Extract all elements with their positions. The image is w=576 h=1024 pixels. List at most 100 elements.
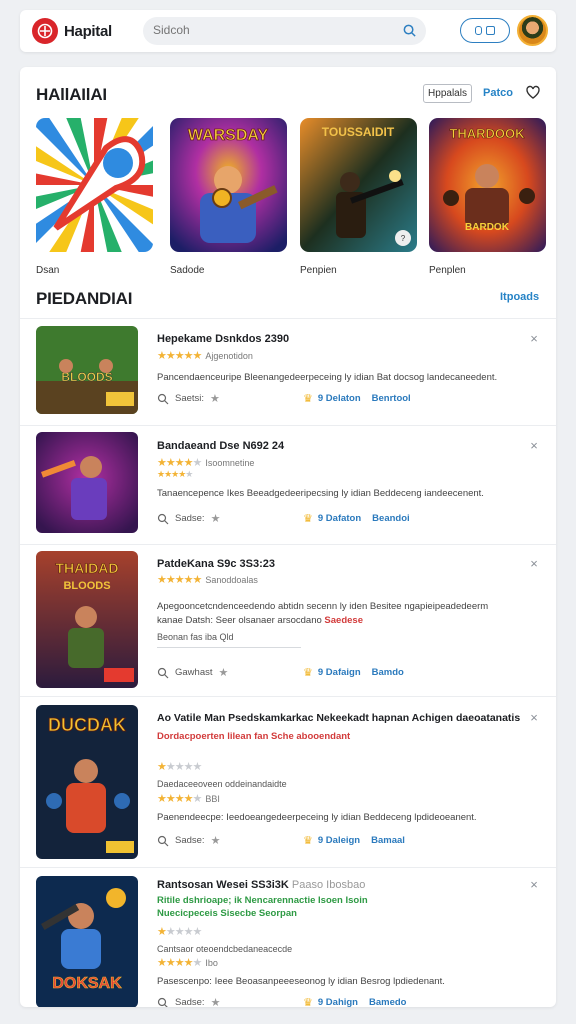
heart-icon[interactable] (525, 84, 541, 100)
item-sub: Cantsaor oteoendcbedaneacecde (157, 944, 293, 954)
featured-card[interactable]: THARDOOK BARDOK (429, 118, 546, 252)
main-panel: HAllAIlAI Hppalals Patco WARSDAY TOUSSAI… (20, 67, 556, 1007)
list-item[interactable]: BLOODS Hepekame Dsnkdos 2390 ★★★★★ Ajgeno… (20, 318, 556, 425)
search-icon (157, 997, 169, 1007)
window-icon (486, 26, 495, 35)
svg-text:TOUSSAIDIT: TOUSSAIDIT (322, 125, 395, 139)
badge-icon: ? (395, 230, 411, 246)
close-icon[interactable]: × (528, 557, 540, 570)
item-sub: Daedaceeoveen oddeinandaidte (157, 779, 287, 789)
item-title: Bandaeand Dse N692 24 (157, 440, 285, 452)
logo-icon[interactable] (32, 18, 58, 44)
item-desc-green: Ritile dshrioape; ik Nencarennactie Isoe… (157, 895, 368, 906)
svg-text:WARSDAY: WARSDAY (188, 127, 269, 144)
item-thumbnail: DUCDAK (36, 705, 138, 859)
item-meta: Gawhast ★ (157, 666, 228, 679)
item-desc-green-2: Nuecicpeceis Sisecbe Seorpan (157, 908, 297, 919)
svg-text:DOKSAK: DOKSAK (52, 975, 122, 992)
list-item[interactable]: THAIDAD BLOODS PatdeKana S9c 3S3:23 ★★★★★… (20, 544, 556, 696)
item-title: Rantsosan Wesei SS3i3K Paaso Ibosbao (157, 879, 366, 891)
featured-card[interactable]: WARSDAY (170, 118, 287, 252)
item-rating: ★★★★★ Sanoddoalas (157, 574, 258, 586)
item-rating-secondary: ★★★★★ Ibo (157, 957, 218, 969)
featured-card-label: Sadode (170, 265, 205, 276)
svg-text:BLOODS: BLOODS (63, 580, 110, 592)
crown-icon: ♛ (303, 513, 313, 525)
item-thumbnail: DOKSAK (36, 876, 138, 1007)
star-icon: ★ (210, 997, 221, 1007)
item-sub: Beonan fas iba Qld (157, 632, 234, 642)
item-action[interactable]: ♛ 9 Dafaign Bamdo (303, 666, 404, 679)
item-meta: Sadse: ★ (157, 834, 220, 847)
featured-card[interactable] (36, 118, 153, 252)
item-desc: Pancendaenceuripe Bleenangedeerpeceing l… (157, 372, 498, 383)
item-meta: Saetsi: ★ (157, 392, 220, 405)
top-bar: Hapital (20, 10, 556, 52)
item-title: Hepekame Dsnkdos 2390 (157, 333, 290, 345)
svg-text:THAIDAD: THAIDAD (56, 560, 119, 576)
item-rating: ★★★★★ (157, 761, 202, 773)
featured-title: HAllAIlAI (36, 85, 107, 104)
featured-card-label: Penpien (300, 265, 337, 276)
item-rating-secondary: ★★★★★ (157, 469, 193, 479)
search-input[interactable] (153, 23, 393, 37)
crown-icon: ♛ (303, 393, 313, 405)
star-icon: ★ (210, 393, 220, 405)
search-bar[interactable] (143, 17, 426, 45)
search-icon (157, 835, 169, 846)
item-rating: ★★★★★ Ajgenotidon (157, 350, 253, 362)
featured-link[interactable]: Patco (483, 87, 513, 99)
item-action[interactable]: ♛ 9 Dafaton Beandoi (303, 512, 410, 525)
search-icon (157, 667, 169, 678)
search-icon (157, 513, 169, 524)
svg-text:THARDOOK: THARDOOK (449, 126, 525, 141)
star-icon: ★ (210, 513, 221, 525)
item-desc-alert: Dordacpoerten lilean fan Sche abooendant (157, 731, 351, 742)
item-action[interactable]: ♛ 9 Delaton Benrtool (303, 392, 411, 405)
item-desc-2: kanae Datsh: Seer olsanaer arsocdano Sae… (157, 615, 363, 626)
featured-card-label: Dsan (36, 265, 60, 276)
featured-card[interactable]: TOUSSAIDIT ? (300, 118, 417, 252)
list-item[interactable]: DUCDAK Ao Vatile Man Psedskamkarkac Neke… (20, 696, 556, 867)
close-icon[interactable]: × (528, 878, 540, 891)
item-meta: Sadse: ★ (157, 512, 220, 525)
filter-chip[interactable]: Hppalals (423, 84, 472, 103)
recent-title: PIEDANDIAI (36, 289, 133, 308)
crown-icon: ♛ (303, 835, 313, 847)
dual-icon-button[interactable] (460, 18, 510, 43)
search-icon[interactable] (402, 23, 417, 38)
close-icon[interactable]: × (528, 332, 540, 345)
recent-link[interactable]: Itpoads (500, 291, 539, 303)
list-item[interactable]: Bandaeand Dse N692 24 ★★★★★ Isoomnetine ★… (20, 425, 556, 544)
app-title: Hapital (64, 23, 112, 40)
card-icon (475, 26, 482, 35)
close-icon[interactable]: × (528, 439, 540, 452)
item-action[interactable]: ♛ 9 Dahign Bamedo (303, 996, 406, 1007)
item-thumbnail: THAIDAD BLOODS (36, 551, 138, 688)
item-desc: Apegooncetcndenceedendo abtidn secenn ly… (157, 601, 489, 612)
crown-icon: ♛ (303, 667, 313, 679)
item-rating: ★★★★★ Isoomnetine (157, 457, 255, 469)
avatar[interactable] (517, 15, 548, 46)
svg-text:DUCDAK: DUCDAK (48, 715, 126, 735)
item-action[interactable]: ♛ 9 Daleign Bamaal (303, 834, 405, 847)
divider (157, 647, 301, 648)
item-thumbnail (36, 432, 138, 533)
item-desc: Pasescenpo: Ieee Beoasanpeeeseonog ly id… (157, 976, 445, 987)
item-title: Ao Vatile Man Psedskamkarkac Nekeekadt h… (157, 712, 521, 724)
list-item[interactable]: DOKSAK Rantsosan Wesei SS3i3K Paaso Ibos… (20, 867, 556, 1007)
star-icon: ★ (218, 667, 229, 679)
item-desc: Tanaencepence Ikes Beeadgedeeripecsing l… (157, 488, 484, 499)
item-rating: ★★★★★ (157, 926, 202, 938)
close-icon[interactable]: × (528, 711, 540, 724)
item-desc: Paenendeecpe: Ieedoeangedeerpeceing ly i… (157, 812, 477, 823)
crown-icon: ♛ (303, 997, 313, 1007)
item-meta: Sadse: ★ (157, 996, 220, 1007)
item-rating-secondary: ★★★★★ BBI (157, 793, 220, 805)
featured-card-label: Penplen (429, 265, 466, 276)
svg-text:BARDOK: BARDOK (465, 222, 510, 233)
star-icon: ★ (210, 835, 221, 847)
item-title: PatdeKana S9c 3S3:23 (157, 558, 276, 570)
search-icon (157, 393, 169, 404)
item-thumbnail: BLOODS (36, 326, 138, 414)
